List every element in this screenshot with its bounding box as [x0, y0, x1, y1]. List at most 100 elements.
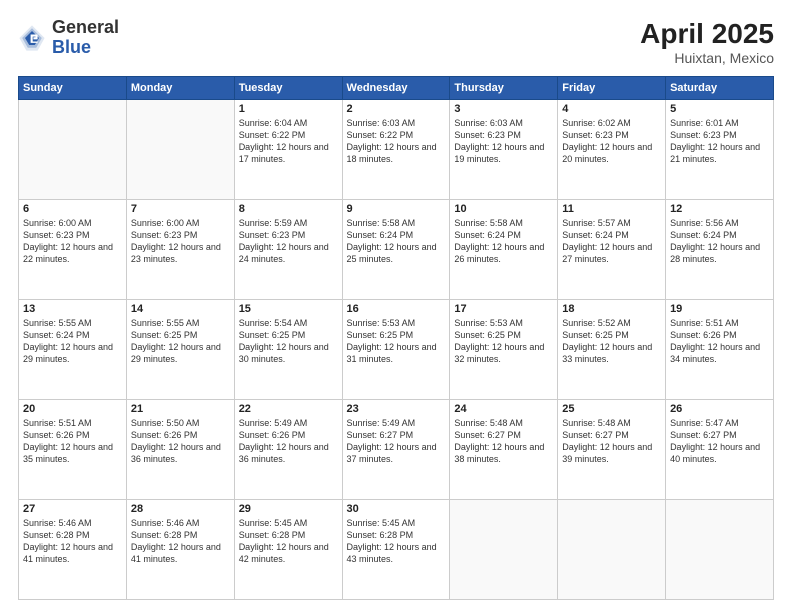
day-info: Sunrise: 5:48 AM Sunset: 6:27 PM Dayligh… — [562, 417, 661, 466]
day-info: Sunrise: 5:59 AM Sunset: 6:23 PM Dayligh… — [239, 217, 338, 266]
calendar-week-row: 27 Sunrise: 5:46 AM Sunset: 6:28 PM Dayli… — [19, 500, 774, 600]
calendar-cell: 15Sunrise: 5:54 AM Sunset: 6:25 PM Dayli… — [234, 300, 342, 400]
day-info: Sunrise: 5:52 AM Sunset: 6:25 PM Dayligh… — [562, 317, 661, 366]
title-block: April 2025 Huixtan, Mexico — [640, 18, 774, 66]
day-number: 25 — [562, 403, 661, 415]
calendar-cell: 28 Sunrise: 5:46 AM Sunset: 6:28 PM Dayli… — [126, 500, 234, 600]
day-info: Sunrise: 5:45 AM Sunset: 6:28 PM Dayligh… — [347, 517, 446, 566]
day-info: Sunrise: 5:50 AM Sunset: 6:26 PM Dayligh… — [131, 417, 230, 466]
calendar-cell: 5 Sunrise: 6:01 AM Sunset: 6:23 PM Daylig… — [666, 100, 774, 200]
calendar-cell: 9Sunrise: 5:58 AM Sunset: 6:24 PM Daylig… — [342, 200, 450, 300]
logo: General Blue — [18, 18, 119, 58]
day-info: Sunrise: 6:01 AM Sunset: 6:23 PM Dayligh… — [670, 117, 769, 166]
calendar-cell: 12 Sunrise: 5:56 AM Sunset: 6:24 PM Dayli… — [666, 200, 774, 300]
weekday-header-row: Sunday Monday Tuesday Wednesday Thursday… — [19, 77, 774, 100]
day-number: 10 — [454, 203, 553, 215]
day-info: Sunrise: 5:48 AM Sunset: 6:27 PM Dayligh… — [454, 417, 553, 466]
day-number: 5 — [670, 103, 769, 115]
calendar-cell — [126, 100, 234, 200]
day-number: 18 — [562, 303, 661, 315]
calendar-cell: 16 Sunrise: 5:53 AM Sunset: 6:25 PM Dayli… — [342, 300, 450, 400]
logo-blue-text: Blue — [52, 38, 119, 58]
day-info: Sunrise: 5:58 AM Sunset: 6:24 PM Dayligh… — [454, 217, 553, 266]
calendar-cell: 6 Sunrise: 6:00 AM Sunset: 6:23 PM Daylig… — [19, 200, 127, 300]
logo-text: General Blue — [52, 18, 119, 58]
calendar-week-row: 20Sunrise: 5:51 AM Sunset: 6:26 PM Dayli… — [19, 400, 774, 500]
day-number: 26 — [670, 403, 769, 415]
calendar-cell: 11Sunrise: 5:57 AM Sunset: 6:24 PM Dayli… — [558, 200, 666, 300]
day-number: 27 — [23, 503, 122, 515]
day-info: Sunrise: 5:55 AM Sunset: 6:24 PM Dayligh… — [23, 317, 122, 366]
day-number: 12 — [670, 203, 769, 215]
day-number: 13 — [23, 303, 122, 315]
day-number: 23 — [347, 403, 446, 415]
calendar-cell: 19 Sunrise: 5:51 AM Sunset: 6:26 PM Dayli… — [666, 300, 774, 400]
calendar-cell: 29 Sunrise: 5:45 AM Sunset: 6:28 PM Dayli… — [234, 500, 342, 600]
day-number: 24 — [454, 403, 553, 415]
header: General Blue April 2025 Huixtan, Mexico — [18, 18, 774, 66]
day-number: 16 — [347, 303, 446, 315]
calendar-cell: 30 Sunrise: 5:45 AM Sunset: 6:28 PM Dayli… — [342, 500, 450, 600]
calendar-cell: 10 Sunrise: 5:58 AM Sunset: 6:24 PM Dayli… — [450, 200, 558, 300]
calendar-cell: 3Sunrise: 6:03 AM Sunset: 6:23 PM Daylig… — [450, 100, 558, 200]
header-monday: Monday — [126, 77, 234, 100]
day-info: Sunrise: 6:04 AM Sunset: 6:22 PM Dayligh… — [239, 117, 338, 166]
header-sunday: Sunday — [19, 77, 127, 100]
day-info: Sunrise: 6:00 AM Sunset: 6:23 PM Dayligh… — [131, 217, 230, 266]
day-number: 1 — [239, 103, 338, 115]
calendar-week-row: 6 Sunrise: 6:00 AM Sunset: 6:23 PM Daylig… — [19, 200, 774, 300]
day-info: Sunrise: 5:53 AM Sunset: 6:25 PM Dayligh… — [454, 317, 553, 366]
calendar-cell: 13 Sunrise: 5:55 AM Sunset: 6:24 PM Dayli… — [19, 300, 127, 400]
header-tuesday: Tuesday — [234, 77, 342, 100]
calendar-cell: 1 Sunrise: 6:04 AM Sunset: 6:22 PM Daylig… — [234, 100, 342, 200]
day-info: Sunrise: 6:03 AM Sunset: 6:23 PM Dayligh… — [454, 117, 553, 166]
day-number: 30 — [347, 503, 446, 515]
calendar-cell: 22 Sunrise: 5:49 AM Sunset: 6:26 PM Dayli… — [234, 400, 342, 500]
logo-general-text: General — [52, 18, 119, 38]
day-info: Sunrise: 6:00 AM Sunset: 6:23 PM Dayligh… — [23, 217, 122, 266]
day-number: 2 — [347, 103, 446, 115]
calendar-cell — [19, 100, 127, 200]
calendar-cell: 14Sunrise: 5:55 AM Sunset: 6:25 PM Dayli… — [126, 300, 234, 400]
day-info: Sunrise: 6:02 AM Sunset: 6:23 PM Dayligh… — [562, 117, 661, 166]
day-info: Sunrise: 5:49 AM Sunset: 6:26 PM Dayligh… — [239, 417, 338, 466]
day-number: 19 — [670, 303, 769, 315]
calendar-table: Sunday Monday Tuesday Wednesday Thursday… — [18, 76, 774, 600]
day-number: 14 — [131, 303, 230, 315]
calendar-cell: 20Sunrise: 5:51 AM Sunset: 6:26 PM Dayli… — [19, 400, 127, 500]
calendar-cell: 18 Sunrise: 5:52 AM Sunset: 6:25 PM Dayli… — [558, 300, 666, 400]
calendar-week-row: 13 Sunrise: 5:55 AM Sunset: 6:24 PM Dayli… — [19, 300, 774, 400]
calendar-cell: 23Sunrise: 5:49 AM Sunset: 6:27 PM Dayli… — [342, 400, 450, 500]
calendar-cell: 25 Sunrise: 5:48 AM Sunset: 6:27 PM Dayli… — [558, 400, 666, 500]
calendar-week-row: 1 Sunrise: 6:04 AM Sunset: 6:22 PM Daylig… — [19, 100, 774, 200]
calendar-cell: 24 Sunrise: 5:48 AM Sunset: 6:27 PM Dayli… — [450, 400, 558, 500]
calendar-cell — [558, 500, 666, 600]
calendar-cell: 27Sunrise: 5:46 AM Sunset: 6:28 PM Dayli… — [19, 500, 127, 600]
page: General Blue April 2025 Huixtan, Mexico … — [0, 0, 792, 612]
day-info: Sunrise: 5:46 AM Sunset: 6:28 PM Dayligh… — [131, 517, 230, 566]
day-number: 21 — [131, 403, 230, 415]
day-number: 4 — [562, 103, 661, 115]
calendar-cell: 17Sunrise: 5:53 AM Sunset: 6:25 PM Dayli… — [450, 300, 558, 400]
day-number: 7 — [131, 203, 230, 215]
location: Huixtan, Mexico — [640, 50, 774, 66]
day-number: 20 — [23, 403, 122, 415]
day-info: Sunrise: 5:56 AM Sunset: 6:24 PM Dayligh… — [670, 217, 769, 266]
header-friday: Friday — [558, 77, 666, 100]
day-info: Sunrise: 5:53 AM Sunset: 6:25 PM Dayligh… — [347, 317, 446, 366]
calendar-cell: 21 Sunrise: 5:50 AM Sunset: 6:26 PM Dayli… — [126, 400, 234, 500]
calendar-cell: 26 Sunrise: 5:47 AM Sunset: 6:27 PM Dayli… — [666, 400, 774, 500]
header-thursday: Thursday — [450, 77, 558, 100]
calendar-cell: 7 Sunrise: 6:00 AM Sunset: 6:23 PM Daylig… — [126, 200, 234, 300]
calendar-cell: 2Sunrise: 6:03 AM Sunset: 6:22 PM Daylig… — [342, 100, 450, 200]
day-number: 29 — [239, 503, 338, 515]
day-number: 22 — [239, 403, 338, 415]
calendar-cell: 4 Sunrise: 6:02 AM Sunset: 6:23 PM Daylig… — [558, 100, 666, 200]
day-number: 6 — [23, 203, 122, 215]
logo-icon — [18, 24, 46, 52]
day-info: Sunrise: 5:57 AM Sunset: 6:24 PM Dayligh… — [562, 217, 661, 266]
day-info: Sunrise: 5:51 AM Sunset: 6:26 PM Dayligh… — [670, 317, 769, 366]
day-number: 28 — [131, 503, 230, 515]
day-info: Sunrise: 5:45 AM Sunset: 6:28 PM Dayligh… — [239, 517, 338, 566]
day-info: Sunrise: 5:47 AM Sunset: 6:27 PM Dayligh… — [670, 417, 769, 466]
